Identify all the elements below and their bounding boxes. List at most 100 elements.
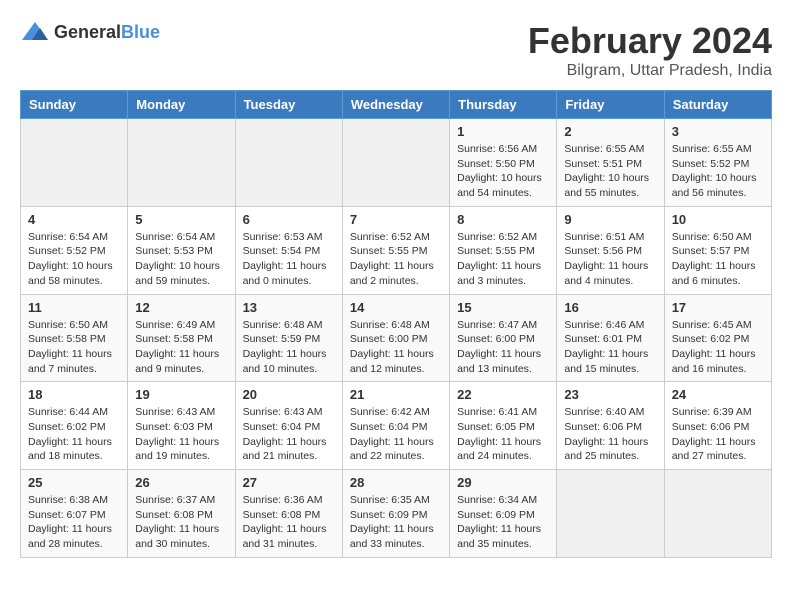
calendar-table: SundayMondayTuesdayWednesdayThursdayFrid…: [20, 90, 772, 558]
day-number: 19: [135, 387, 227, 402]
calendar-cell: 7Sunrise: 6:52 AM Sunset: 5:55 PM Daylig…: [342, 206, 449, 294]
calendar-week-row: 25Sunrise: 6:38 AM Sunset: 6:07 PM Dayli…: [21, 470, 772, 558]
calendar-cell: 20 Sunrise: 6:43 AM Sunset: 6:04 PM Dayli…: [235, 382, 342, 470]
subtitle: Bilgram, Uttar Pradesh, India: [528, 62, 772, 80]
day-number: 2: [564, 124, 656, 139]
calendar-cell: 14Sunrise: 6:48 AM Sunset: 6:00 PM Dayli…: [342, 294, 449, 382]
calendar-cell: [128, 119, 235, 207]
day-info: Sunrise: 6:56 AM Sunset: 5:50 PM Dayligh…: [457, 142, 549, 201]
day-number: 6: [243, 212, 335, 227]
day-number: 18: [28, 387, 120, 402]
logo-icon: [20, 20, 50, 44]
calendar-cell: 13 Sunrise: 6:48 AM Sunset: 5:59 PM Dayli…: [235, 294, 342, 382]
day-number: 15: [457, 300, 549, 315]
day-info: Sunrise: 6:52 AM Sunset: 5:55 PM Dayligh…: [457, 230, 549, 289]
logo-text-blue: Blue: [121, 22, 160, 42]
day-info: Sunrise: 6:44 AM Sunset: 6:02 PM Dayligh…: [28, 405, 120, 464]
calendar-cell: 19 Sunrise: 6:43 AM Sunset: 6:03 PM Dayli…: [128, 382, 235, 470]
main-title: February 2024: [528, 20, 772, 62]
calendar-header-tuesday: Tuesday: [235, 91, 342, 119]
day-info: Sunrise: 6:34 AM Sunset: 6:09 PM Dayligh…: [457, 493, 549, 552]
day-number: 5: [135, 212, 227, 227]
calendar-header-wednesday: Wednesday: [342, 91, 449, 119]
calendar-cell: [664, 470, 771, 558]
calendar-cell: 17 Sunrise: 6:45 AM Sunset: 6:02 PM Dayli…: [664, 294, 771, 382]
calendar-cell: 8 Sunrise: 6:52 AM Sunset: 5:55 PM Daylig…: [450, 206, 557, 294]
calendar-cell: 6 Sunrise: 6:53 AM Sunset: 5:54 PM Daylig…: [235, 206, 342, 294]
calendar-week-row: 1 Sunrise: 6:56 AM Sunset: 5:50 PM Daylig…: [21, 119, 772, 207]
day-info: Sunrise: 6:43 AM Sunset: 6:04 PM Dayligh…: [243, 405, 335, 464]
calendar-cell: 12 Sunrise: 6:49 AM Sunset: 5:58 PM Dayli…: [128, 294, 235, 382]
day-number: 22: [457, 387, 549, 402]
day-number: 29: [457, 475, 549, 490]
day-info: Sunrise: 6:38 AM Sunset: 6:07 PM Dayligh…: [28, 493, 120, 552]
day-info: Sunrise: 6:51 AM Sunset: 5:56 PM Dayligh…: [564, 230, 656, 289]
day-number: 28: [350, 475, 442, 490]
calendar-cell: 16 Sunrise: 6:46 AM Sunset: 6:01 PM Dayli…: [557, 294, 664, 382]
day-number: 11: [28, 300, 120, 315]
calendar-cell: [21, 119, 128, 207]
day-number: 26: [135, 475, 227, 490]
calendar-header-row: SundayMondayTuesdayWednesdayThursdayFrid…: [21, 91, 772, 119]
calendar-cell: 15 Sunrise: 6:47 AM Sunset: 6:00 PM Dayli…: [450, 294, 557, 382]
calendar-cell: 5 Sunrise: 6:54 AM Sunset: 5:53 PM Daylig…: [128, 206, 235, 294]
day-info: Sunrise: 6:42 AM Sunset: 6:04 PM Dayligh…: [350, 405, 442, 464]
day-number: 8: [457, 212, 549, 227]
day-info: Sunrise: 6:45 AM Sunset: 6:02 PM Dayligh…: [672, 318, 764, 377]
calendar-header-thursday: Thursday: [450, 91, 557, 119]
day-info: Sunrise: 6:39 AM Sunset: 6:06 PM Dayligh…: [672, 405, 764, 464]
day-number: 14: [350, 300, 442, 315]
day-info: Sunrise: 6:43 AM Sunset: 6:03 PM Dayligh…: [135, 405, 227, 464]
calendar-week-row: 18 Sunrise: 6:44 AM Sunset: 6:02 PM Dayli…: [21, 382, 772, 470]
calendar-cell: [557, 470, 664, 558]
day-number: 17: [672, 300, 764, 315]
day-number: 7: [350, 212, 442, 227]
calendar-week-row: 4 Sunrise: 6:54 AM Sunset: 5:52 PM Daylig…: [21, 206, 772, 294]
calendar-cell: 23Sunrise: 6:40 AM Sunset: 6:06 PM Dayli…: [557, 382, 664, 470]
day-number: 4: [28, 212, 120, 227]
calendar-cell: 1 Sunrise: 6:56 AM Sunset: 5:50 PM Daylig…: [450, 119, 557, 207]
day-number: 13: [243, 300, 335, 315]
day-info: Sunrise: 6:53 AM Sunset: 5:54 PM Dayligh…: [243, 230, 335, 289]
calendar-cell: 9 Sunrise: 6:51 AM Sunset: 5:56 PM Daylig…: [557, 206, 664, 294]
calendar-cell: 25Sunrise: 6:38 AM Sunset: 6:07 PM Dayli…: [21, 470, 128, 558]
calendar-cell: 21 Sunrise: 6:42 AM Sunset: 6:04 PM Dayli…: [342, 382, 449, 470]
day-info: Sunrise: 6:47 AM Sunset: 6:00 PM Dayligh…: [457, 318, 549, 377]
day-info: Sunrise: 6:50 AM Sunset: 5:57 PM Dayligh…: [672, 230, 764, 289]
calendar-header-saturday: Saturday: [664, 91, 771, 119]
day-info: Sunrise: 6:55 AM Sunset: 5:51 PM Dayligh…: [564, 142, 656, 201]
day-number: 1: [457, 124, 549, 139]
calendar-cell: 2 Sunrise: 6:55 AM Sunset: 5:51 PM Daylig…: [557, 119, 664, 207]
calendar-cell: 26 Sunrise: 6:37 AM Sunset: 6:08 PM Dayli…: [128, 470, 235, 558]
calendar-cell: 27Sunrise: 6:36 AM Sunset: 6:08 PM Dayli…: [235, 470, 342, 558]
day-info: Sunrise: 6:54 AM Sunset: 5:52 PM Dayligh…: [28, 230, 120, 289]
logo-text-general: General: [54, 22, 121, 42]
day-info: Sunrise: 6:55 AM Sunset: 5:52 PM Dayligh…: [672, 142, 764, 201]
calendar-header-friday: Friday: [557, 91, 664, 119]
calendar-cell: [342, 119, 449, 207]
calendar-cell: 24 Sunrise: 6:39 AM Sunset: 6:06 PM Dayli…: [664, 382, 771, 470]
calendar-cell: 4 Sunrise: 6:54 AM Sunset: 5:52 PM Daylig…: [21, 206, 128, 294]
day-number: 20: [243, 387, 335, 402]
day-info: Sunrise: 6:49 AM Sunset: 5:58 PM Dayligh…: [135, 318, 227, 377]
day-number: 12: [135, 300, 227, 315]
day-info: Sunrise: 6:37 AM Sunset: 6:08 PM Dayligh…: [135, 493, 227, 552]
day-info: Sunrise: 6:36 AM Sunset: 6:08 PM Dayligh…: [243, 493, 335, 552]
day-number: 9: [564, 212, 656, 227]
day-info: Sunrise: 6:50 AM Sunset: 5:58 PM Dayligh…: [28, 318, 120, 377]
calendar-cell: 28Sunrise: 6:35 AM Sunset: 6:09 PM Dayli…: [342, 470, 449, 558]
day-number: 10: [672, 212, 764, 227]
day-info: Sunrise: 6:54 AM Sunset: 5:53 PM Dayligh…: [135, 230, 227, 289]
logo: GeneralBlue: [20, 20, 160, 44]
calendar-header-monday: Monday: [128, 91, 235, 119]
calendar-cell: 3Sunrise: 6:55 AM Sunset: 5:52 PM Daylig…: [664, 119, 771, 207]
day-number: 21: [350, 387, 442, 402]
day-info: Sunrise: 6:46 AM Sunset: 6:01 PM Dayligh…: [564, 318, 656, 377]
day-number: 16: [564, 300, 656, 315]
day-number: 24: [672, 387, 764, 402]
calendar-cell: 29 Sunrise: 6:34 AM Sunset: 6:09 PM Dayli…: [450, 470, 557, 558]
calendar-cell: 10 Sunrise: 6:50 AM Sunset: 5:57 PM Dayli…: [664, 206, 771, 294]
day-number: 23: [564, 387, 656, 402]
day-info: Sunrise: 6:48 AM Sunset: 5:59 PM Dayligh…: [243, 318, 335, 377]
calendar-cell: 11 Sunrise: 6:50 AM Sunset: 5:58 PM Dayli…: [21, 294, 128, 382]
